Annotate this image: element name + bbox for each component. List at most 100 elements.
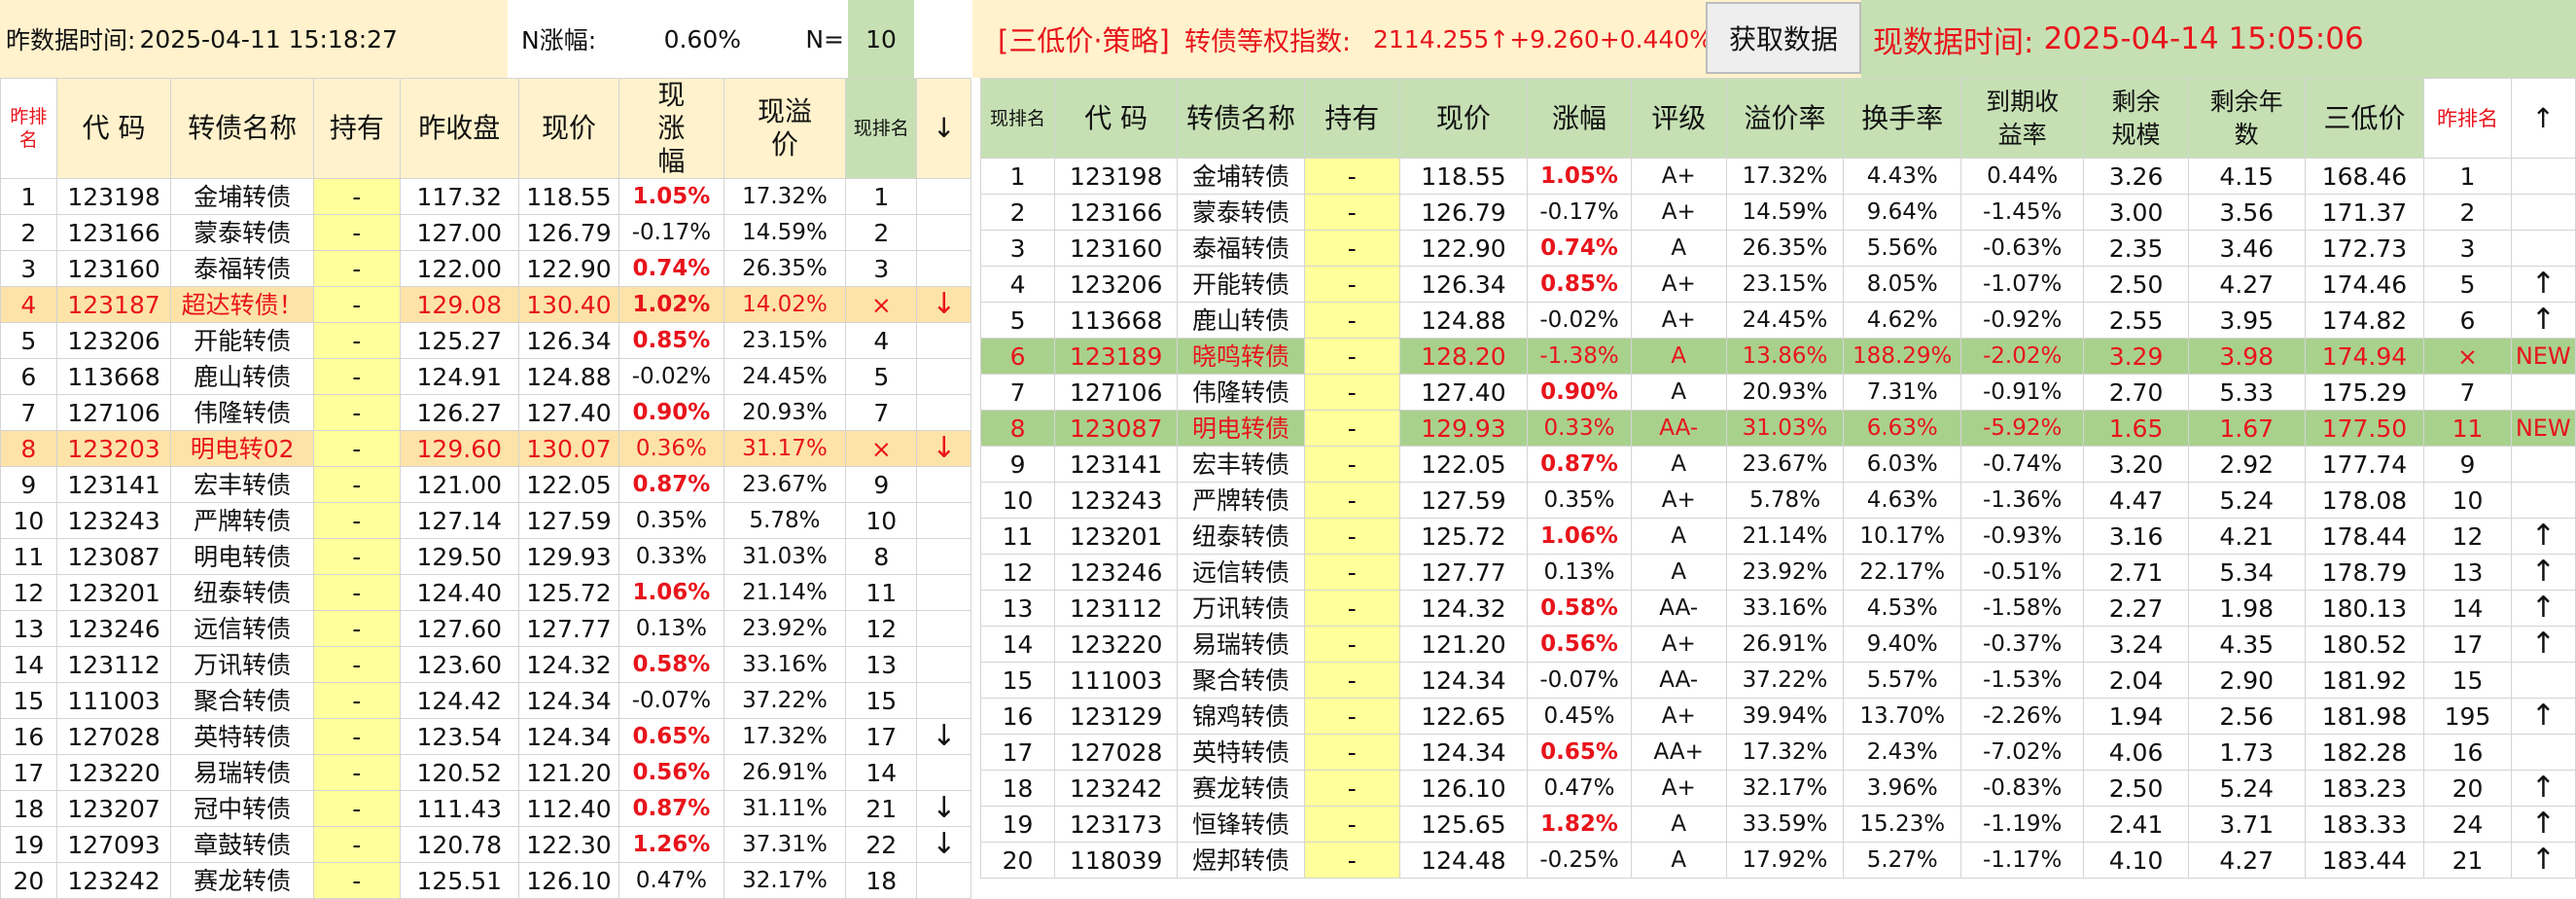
left-cell-转债名称[interactable]: 严牌转债 xyxy=(170,502,314,539)
left-cell-昨排名[interactable]: 11 xyxy=(0,538,57,575)
left_table-header-7[interactable]: 现溢价 xyxy=(723,78,847,179)
left-cell-↓[interactable] xyxy=(916,646,971,683)
right-cell-涨幅[interactable]: 0.74% xyxy=(1527,230,1632,267)
right-cell-剩余规模[interactable]: 2.71 xyxy=(2083,554,2189,591)
left-cell-现价[interactable]: 127.40 xyxy=(517,394,620,431)
left-cell-现排名[interactable]: 17 xyxy=(845,718,918,755)
right-cell-剩余规模[interactable]: 2.50 xyxy=(2083,266,2189,303)
right-cell-↑[interactable] xyxy=(2510,374,2576,411)
right-cell-↑[interactable]: NEW xyxy=(2510,338,2576,375)
left-cell-现价[interactable]: 124.88 xyxy=(517,358,620,395)
right-cell-↑[interactable]: ↑ xyxy=(2510,626,2576,663)
left_table-header-4[interactable]: 昨收盘 xyxy=(399,78,519,179)
right-cell-代码[interactable]: 123246 xyxy=(1054,554,1179,591)
left-cell-转债名称[interactable]: 章鼓转债 xyxy=(170,826,314,863)
left-cell-代码[interactable]: 123187 xyxy=(55,286,172,323)
left-cell-昨排名[interactable]: 17 xyxy=(0,754,57,791)
right-cell-评级[interactable]: A+ xyxy=(1630,626,1727,663)
left-cell-转债名称[interactable]: 泰福转债 xyxy=(170,250,314,287)
right-cell-溢价率[interactable]: 13.86% xyxy=(1725,338,1845,375)
right-cell-持有[interactable]: - xyxy=(1303,626,1400,663)
left-cell-昨排名[interactable]: 20 xyxy=(0,862,57,899)
right-table-row[interactable]: 19 123173 恒锋转债 -125.65 1.82% A 33.59% 15.23% -1.… xyxy=(979,806,2576,843)
right-cell-换手率[interactable]: 4.62% xyxy=(1843,302,1962,339)
right-cell-↑[interactable] xyxy=(2510,194,2576,231)
right-table-row[interactable]: 4 123206 开能转债 -126.34 0.85% A+ 23.15% 8.05% -1.0… xyxy=(979,266,2576,303)
left-cell-↓[interactable] xyxy=(916,538,971,575)
right-cell-涨幅[interactable]: -0.02% xyxy=(1527,302,1632,339)
left-cell-↓[interactable] xyxy=(916,214,971,251)
right-cell-持有[interactable]: - xyxy=(1303,194,1400,231)
left-table-row[interactable]: 4 123187 超达转债！ -129.08 130.40 1.02% 14.02% × ↓ xyxy=(0,286,971,323)
right-table-row[interactable]: 13 123112 万讯转债 -124.32 0.58% AA- 33.16% 4.53% -1… xyxy=(979,590,2576,627)
right-cell-持有[interactable]: - xyxy=(1303,410,1400,447)
left-cell-现溢价[interactable]: 31.03% xyxy=(723,538,847,575)
right_table-header-10[interactable]: 剩余规模 xyxy=(2083,78,2189,159)
right-cell-到期收益率[interactable]: -0.37% xyxy=(1960,626,2085,663)
left-cell-持有[interactable]: - xyxy=(312,250,401,287)
left-cell-持有[interactable]: - xyxy=(312,394,401,431)
right-cell-现价[interactable]: 126.10 xyxy=(1398,770,1529,807)
right-cell-剩余年数[interactable]: 5.24 xyxy=(2187,482,2306,519)
right-cell-转债名称[interactable]: 蒙泰转债 xyxy=(1177,194,1305,231)
right-table-row[interactable]: 14 123220 易瑞转债 -121.20 0.56% A+ 26.91% 9.40% -0.… xyxy=(979,626,2576,663)
n-value[interactable]: 10 xyxy=(865,25,897,54)
right_table-header-4[interactable]: 现价 xyxy=(1398,78,1529,159)
right-cell-到期收益率[interactable]: -1.53% xyxy=(1960,662,2085,699)
right-cell-剩余规模[interactable]: 2.55 xyxy=(2083,302,2189,339)
left-cell-昨排名[interactable]: 6 xyxy=(0,358,57,395)
right-cell-现排名[interactable]: 19 xyxy=(979,806,1056,843)
right-cell-代码[interactable]: 123198 xyxy=(1054,158,1179,195)
right-cell-涨幅[interactable]: -0.25% xyxy=(1527,842,1632,879)
right-cell-评级[interactable]: A xyxy=(1630,518,1727,555)
left-cell-现涨幅[interactable]: 0.87% xyxy=(618,790,724,827)
right-cell-换手率[interactable]: 4.43% xyxy=(1843,158,1962,195)
left-cell-昨排名[interactable]: 5 xyxy=(0,322,57,359)
left-cell-转债名称[interactable]: 明电转债 xyxy=(170,538,314,575)
left-cell-现价[interactable]: 127.59 xyxy=(517,502,620,539)
left-cell-现溢价[interactable]: 5.78% xyxy=(723,502,847,539)
left_table-header-3[interactable]: 持有 xyxy=(312,78,401,179)
right_table-header-9[interactable]: 到期收益率 xyxy=(1960,78,2085,159)
left-cell-昨排名[interactable]: 13 xyxy=(0,610,57,647)
left-cell-持有[interactable]: - xyxy=(312,358,401,395)
left-table-row[interactable]: 19 127093 章鼓转债 -120.78 122.30 1.26% 37.31% 22 ↓ xyxy=(0,826,971,863)
left-cell-昨排名[interactable]: 3 xyxy=(0,250,57,287)
left-cell-现价[interactable]: 124.34 xyxy=(517,682,620,719)
left-cell-昨排名[interactable]: 7 xyxy=(0,394,57,431)
right-cell-换手率[interactable]: 22.17% xyxy=(1843,554,1962,591)
right-cell-三低价[interactable]: 180.13 xyxy=(2304,590,2425,627)
left-cell-转债名称[interactable]: 蒙泰转债 xyxy=(170,214,314,251)
left-table-row[interactable]: 3 123160 泰福转债 -122.00 122.90 0.74% 26.35% 3 xyxy=(0,250,971,287)
left-cell-代码[interactable]: 113668 xyxy=(55,358,172,395)
right-cell-剩余规模[interactable]: 3.24 xyxy=(2083,626,2189,663)
left-cell-现溢价[interactable]: 14.02% xyxy=(723,286,847,323)
left-cell-昨收盘[interactable]: 129.08 xyxy=(399,286,519,323)
left-cell-昨收盘[interactable]: 121.00 xyxy=(399,466,519,503)
left-cell-↓[interactable]: ↓ xyxy=(916,718,971,755)
left-cell-代码[interactable]: 123112 xyxy=(55,646,172,683)
right-cell-代码[interactable]: 123087 xyxy=(1054,410,1179,447)
right-cell-三低价[interactable]: 183.44 xyxy=(2304,842,2425,879)
left-cell-转债名称[interactable]: 英特转债 xyxy=(170,718,314,755)
left-cell-↓[interactable]: ↓ xyxy=(916,430,971,467)
right-cell-持有[interactable]: - xyxy=(1303,842,1400,879)
left-cell-昨收盘[interactable]: 120.52 xyxy=(399,754,519,791)
left-cell-代码[interactable]: 123198 xyxy=(55,178,172,215)
right-cell-换手率[interactable]: 4.53% xyxy=(1843,590,1962,627)
right-cell-现价[interactable]: 124.48 xyxy=(1398,842,1529,879)
right_table-header-6[interactable]: 评级 xyxy=(1630,78,1727,159)
right-cell-转债名称[interactable]: 宏丰转债 xyxy=(1177,446,1305,483)
left-cell-转债名称[interactable]: 冠中转债 xyxy=(170,790,314,827)
left-cell-现价[interactable]: 130.40 xyxy=(517,286,620,323)
left-cell-↓[interactable] xyxy=(916,682,971,719)
left-cell-昨收盘[interactable]: 127.00 xyxy=(399,214,519,251)
left-cell-现价[interactable]: 122.05 xyxy=(517,466,620,503)
left-cell-现溢价[interactable]: 14.59% xyxy=(723,214,847,251)
right-cell-现排名[interactable]: 14 xyxy=(979,626,1056,663)
right-cell-现价[interactable]: 124.32 xyxy=(1398,590,1529,627)
left-cell-现涨幅[interactable]: 1.05% xyxy=(618,178,724,215)
left-table-row[interactable]: 12 123201 纽泰转债 -124.40 125.72 1.06% 21.14% 11 xyxy=(0,574,971,611)
right-table-row[interactable]: 7 127106 伟隆转债 -127.40 0.90% A 20.93% 7.31% -0.91… xyxy=(979,374,2576,411)
left-cell-代码[interactable]: 127028 xyxy=(55,718,172,755)
